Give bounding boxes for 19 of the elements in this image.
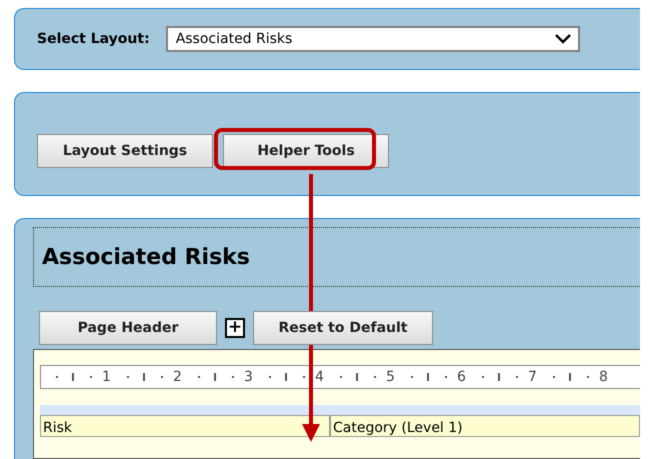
reset-button[interactable]: Reset to Default <box>253 311 433 345</box>
ruler-number: 1 <box>102 369 112 385</box>
layout-dropdown[interactable]: Associated Risks <box>166 26 580 52</box>
ruler-number: 5 <box>386 369 396 385</box>
tool-button[interactable]: Layout Settings <box>37 134 213 168</box>
page-header-button[interactable]: Page Header <box>39 311 217 345</box>
column-header: Risk <box>40 415 330 437</box>
column-header: Category (Level 1) <box>330 415 640 437</box>
ruler-number: 8 <box>599 369 609 385</box>
expand-button[interactable]: + <box>225 318 245 338</box>
section-title: Associated Risks <box>42 244 250 270</box>
ruler-number: 4 <box>315 369 325 385</box>
select-layout-label: Select Layout: <box>37 31 150 47</box>
tool-button[interactable]: Helper Tools <box>223 134 389 168</box>
chevron-down-icon <box>554 33 572 45</box>
ruler-number: 2 <box>173 369 183 385</box>
ruler-number: 7 <box>528 369 538 385</box>
ruler-number: 6 <box>457 369 467 385</box>
ruler-number: 3 <box>244 369 254 385</box>
